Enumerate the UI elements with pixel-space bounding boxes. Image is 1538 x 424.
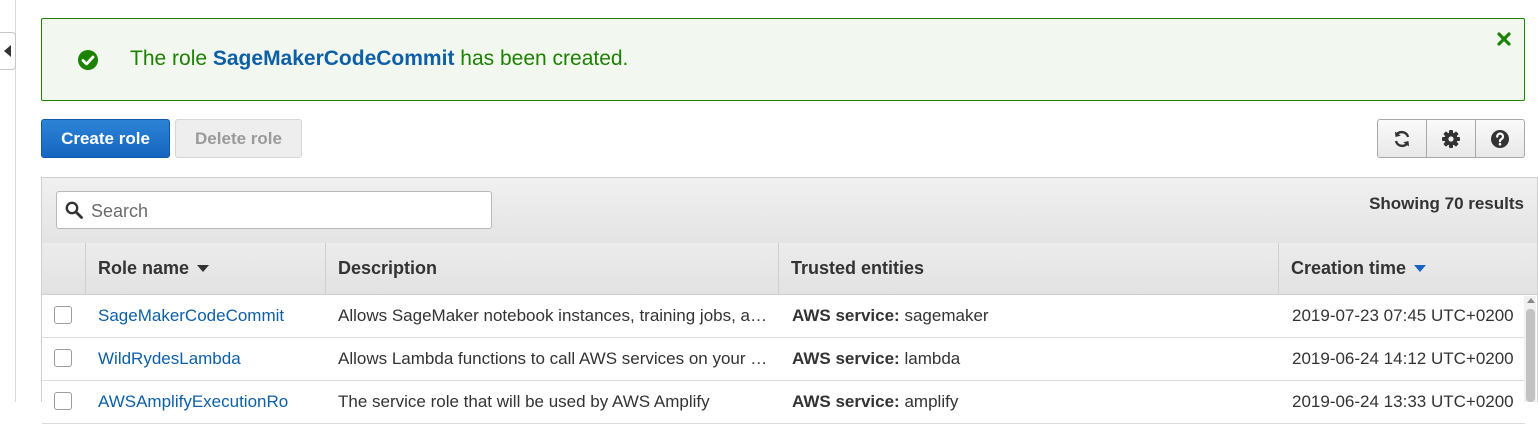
row-checkbox[interactable]: [54, 349, 72, 367]
trusted-entities: AWS service: lambda: [792, 349, 1252, 369]
results-count: Showing 70 results: [1369, 194, 1524, 213]
column-header-trusted-entities[interactable]: Trusted entities: [779, 243, 1279, 295]
column-label: Role name: [98, 258, 190, 278]
caret-left-icon: [3, 45, 11, 57]
row-checkbox[interactable]: [54, 392, 72, 410]
role-name-link[interactable]: AWSAmplifyExecutionRo: [98, 392, 323, 412]
trusted-entities: AWS service: amplify: [792, 392, 1252, 412]
column-header-description[interactable]: Description: [326, 243, 779, 295]
check-circle-icon: [78, 50, 98, 70]
search-input[interactable]: [89, 192, 488, 230]
flash-role-name: SageMakerCodeCommit: [212, 47, 455, 70]
delete-role-button[interactable]: Delete role: [175, 119, 302, 158]
select-column-header: [42, 243, 86, 295]
scrollbar-thumb[interactable]: [1526, 309, 1535, 402]
trusted-entities: AWS service: sagemaker: [792, 306, 1252, 326]
sidebar-collapse-button[interactable]: [0, 32, 16, 70]
column-label: Creation time: [1291, 258, 1407, 278]
creation-time: 2019-07-23 07:45 UTC+0200: [1292, 306, 1514, 325]
table-row[interactable]: AWSAmplifyExecutionRo The service role t…: [42, 381, 1525, 424]
sort-down-icon: [1414, 265, 1426, 272]
column-header-creation-time[interactable]: Creation time: [1279, 243, 1537, 295]
search-icon: [65, 201, 83, 219]
table-actions-group: [1377, 119, 1525, 158]
column-label: Description: [338, 258, 438, 278]
table-row[interactable]: SageMakerCodeCommit Allows SageMaker not…: [42, 295, 1525, 338]
table-row[interactable]: WildRydesLambda Allows Lambda functions …: [42, 338, 1525, 381]
creation-time: 2019-06-24 14:12 UTC+0200: [1292, 349, 1514, 368]
refresh-button[interactable]: [1378, 120, 1427, 157]
success-flash: The role SageMakerCodeCommit has been cr…: [41, 18, 1525, 101]
refresh-icon: [1394, 130, 1410, 147]
column-header-role-name[interactable]: Role name: [86, 243, 326, 295]
close-icon[interactable]: [1496, 31, 1512, 47]
flash-suffix: has been created.: [454, 47, 629, 70]
column-label: Trusted entities: [791, 258, 925, 278]
sort-down-icon: [197, 265, 209, 272]
row-checkbox[interactable]: [54, 306, 72, 324]
flash-message: The role SageMakerCodeCommit has been cr…: [130, 47, 628, 71]
gear-icon: [1442, 129, 1460, 148]
table-filter-bar: Showing 70 results: [42, 178, 1537, 244]
scroll-up-icon[interactable]: [1527, 298, 1535, 303]
roles-table-panel: Showing 70 results Role name Description…: [41, 177, 1538, 424]
trusted-value: lambda: [904, 349, 961, 368]
flash-prefix: The role: [130, 47, 213, 70]
settings-button[interactable]: [1427, 120, 1476, 157]
trusted-label: AWS service:: [792, 349, 900, 368]
role-name-link[interactable]: SageMakerCodeCommit: [98, 306, 323, 326]
help-icon: [1491, 129, 1509, 148]
trusted-label: AWS service:: [792, 306, 900, 325]
role-description: Allows Lambda functions to call AWS serv…: [338, 349, 768, 368]
role-description: Allows SageMaker notebook instances, tra…: [338, 306, 768, 325]
search-box[interactable]: [56, 191, 492, 230]
role-name-link[interactable]: WildRydesLambda: [98, 349, 323, 369]
create-role-button[interactable]: Create role: [41, 119, 170, 158]
trusted-value: sagemaker: [904, 306, 989, 325]
role-description: The service role that will be used by AW…: [338, 392, 710, 411]
help-button[interactable]: [1476, 120, 1524, 157]
creation-time: 2019-06-24 13:33 UTC+0200: [1292, 392, 1514, 411]
